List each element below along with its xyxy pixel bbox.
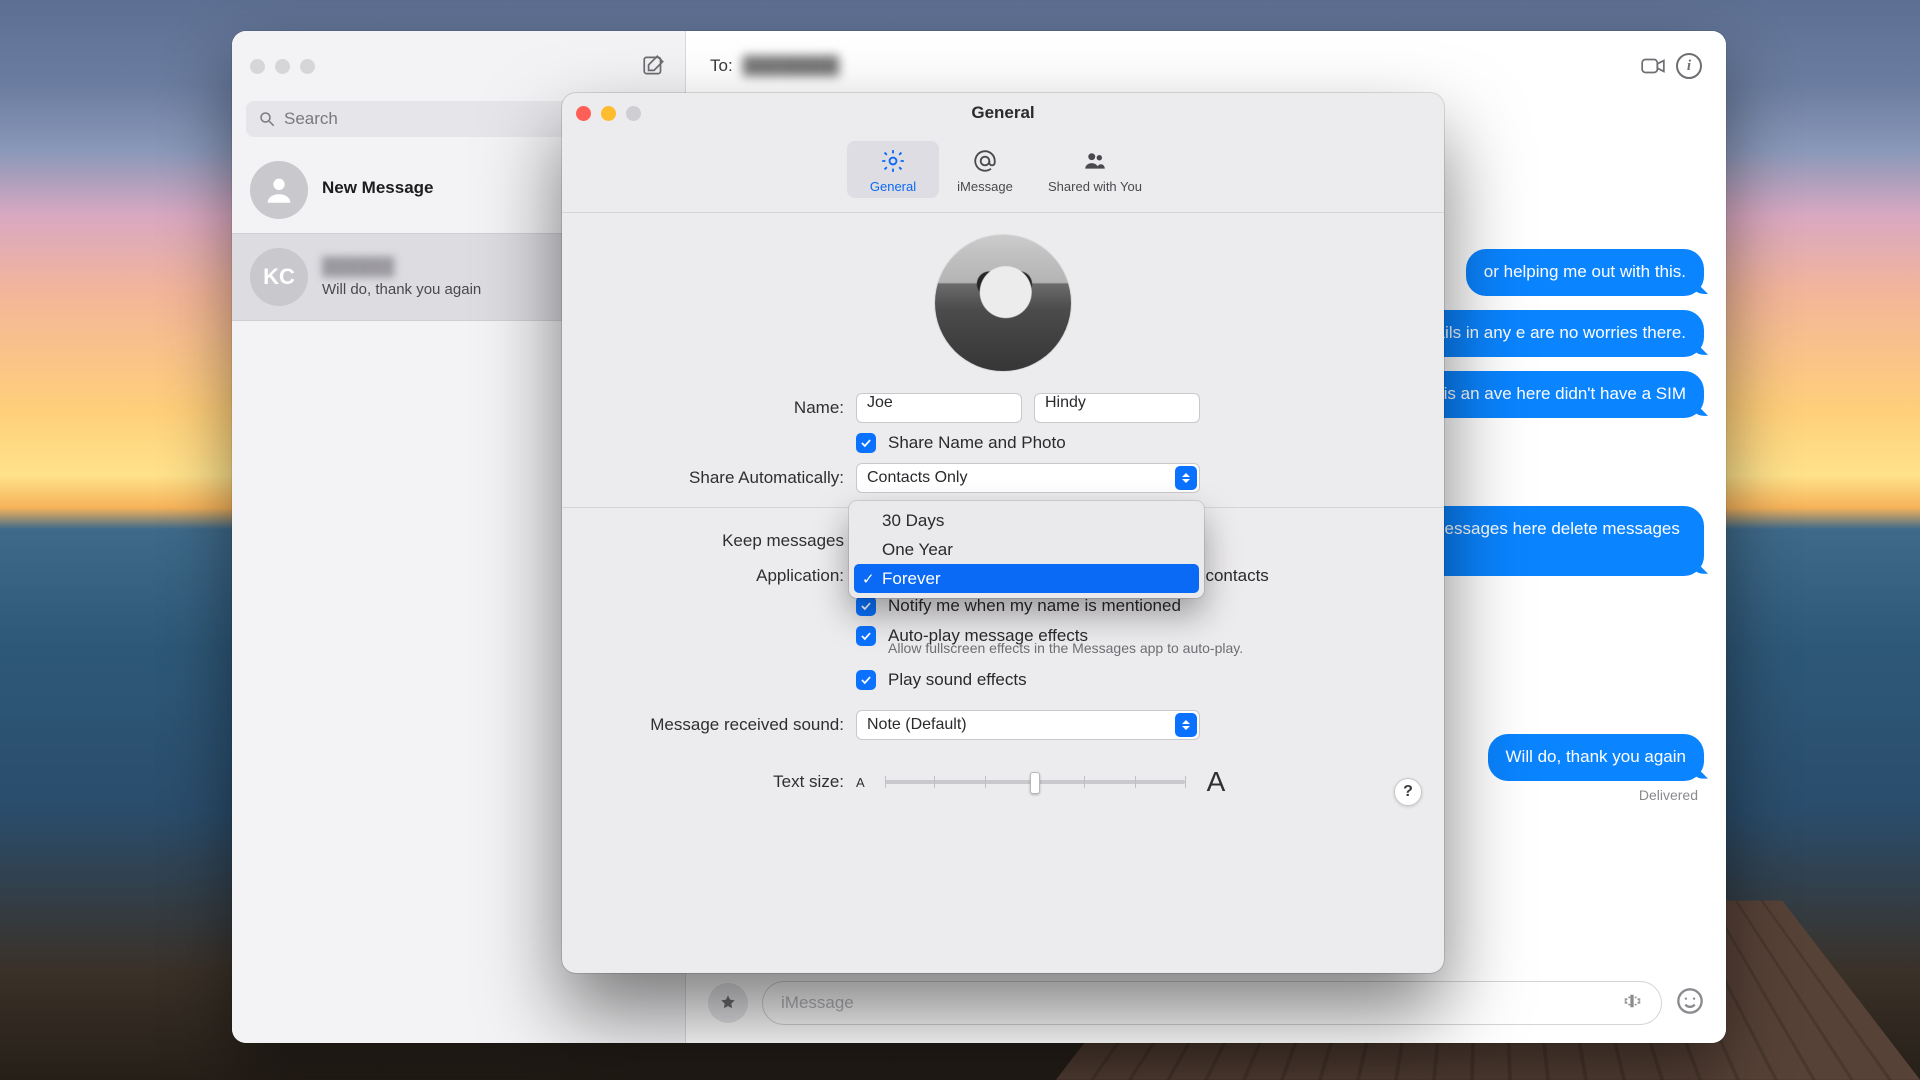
option-label: Forever [882, 569, 941, 589]
text-size-max-icon: A [1207, 766, 1226, 798]
tab-label: General [870, 179, 916, 194]
message-input[interactable]: iMessage [762, 981, 1662, 1025]
message-bubble: Will do, thank you again [1488, 734, 1705, 781]
window-traffic-lights[interactable] [250, 59, 315, 74]
avatar: KC [250, 248, 308, 306]
notify-mention-label: Notify me when my name is mentioned [888, 596, 1181, 616]
sound-effects-checkbox[interactable] [856, 670, 876, 690]
text-size-min-icon: A [856, 775, 865, 790]
received-sound-label: Message received sound: [592, 715, 856, 735]
help-label: ? [1403, 783, 1413, 801]
gear-icon [847, 147, 939, 175]
dropdown-option-forever[interactable]: Forever [854, 564, 1199, 593]
at-icon [939, 147, 1031, 175]
prefs-titlebar: General [562, 93, 1444, 133]
dropdown-option-30days[interactable]: 30 Days [854, 506, 1199, 535]
share-name-photo-label: Share Name and Photo [888, 433, 1066, 453]
notify-mention-checkbox[interactable] [856, 596, 876, 616]
close-dot[interactable] [250, 59, 265, 74]
first-name-value: Joe [867, 394, 893, 411]
help-button[interactable]: ? [1394, 778, 1422, 806]
first-name-field[interactable]: Joe [856, 393, 1022, 423]
emoji-icon[interactable] [1676, 987, 1704, 1020]
message-bubble: or helping me out with this. [1466, 249, 1704, 296]
message-placeholder: iMessage [781, 993, 854, 1013]
keep-messages-dropdown: 30 Days One Year Forever [849, 501, 1204, 598]
zoom-dot[interactable] [626, 106, 641, 121]
recipient-name: ████████ [743, 56, 839, 76]
share-auto-value: Contacts Only [867, 469, 967, 487]
prefs-title: General [562, 103, 1444, 123]
name-label: Name: [592, 398, 856, 418]
prefs-traffic-lights[interactable] [576, 106, 641, 121]
preferences-window: General General iMessage Shared with You… [562, 93, 1444, 973]
avatar-initials: KC [263, 264, 295, 290]
stepper-icon [1175, 466, 1197, 490]
minimize-dot[interactable] [275, 59, 290, 74]
last-name-value: Hindy [1045, 394, 1086, 411]
dropdown-option-oneyear[interactable]: One Year [854, 535, 1199, 564]
compose-icon[interactable] [641, 53, 667, 79]
thread-header: To: ████████ i [686, 31, 1726, 101]
option-label: One Year [882, 540, 953, 560]
to-label: To: [710, 56, 733, 76]
details-icon[interactable]: i [1676, 53, 1702, 79]
share-name-photo-checkbox[interactable] [856, 433, 876, 453]
sound-effects-label: Play sound effects [888, 670, 1027, 690]
received-sound-value: Note (Default) [867, 716, 967, 734]
zoom-dot[interactable] [300, 59, 315, 74]
tab-label: iMessage [957, 179, 1013, 194]
received-sound-select[interactable]: Note (Default) [856, 710, 1200, 740]
facetime-icon[interactable] [1640, 53, 1666, 79]
compose-row: iMessage [686, 971, 1726, 1043]
tab-imessage[interactable]: iMessage [939, 141, 1031, 198]
autoplay-checkbox[interactable] [856, 626, 876, 646]
keep-messages-label: Keep messages [592, 531, 856, 551]
text-size-slider[interactable] [885, 780, 1185, 784]
share-auto-label: Share Automatically: [592, 468, 856, 488]
people-icon [1031, 147, 1159, 175]
avatar [250, 161, 308, 219]
autoplay-hint: Allow fullscreen effects in the Messages… [888, 640, 1243, 656]
window-titlebar [232, 31, 685, 101]
application-label: Application: [592, 566, 856, 586]
tab-general[interactable]: General [847, 141, 939, 198]
minimize-dot[interactable] [601, 106, 616, 121]
tab-shared-with-you[interactable]: Shared with You [1031, 141, 1159, 198]
tab-label: Shared with You [1048, 179, 1142, 194]
text-size-label: Text size: [592, 772, 856, 792]
close-dot[interactable] [576, 106, 591, 121]
dictate-icon[interactable] [1621, 990, 1643, 1017]
slider-knob[interactable] [1030, 772, 1040, 794]
search-icon [258, 110, 276, 128]
apps-icon[interactable] [708, 983, 748, 1023]
search-placeholder: Search [284, 109, 338, 129]
profile-photo[interactable] [935, 235, 1071, 371]
share-auto-select[interactable]: Contacts Only [856, 463, 1200, 493]
prefs-tabs: General iMessage Shared with You [562, 133, 1444, 213]
option-label: 30 Days [882, 511, 944, 531]
last-name-field[interactable]: Hindy [1034, 393, 1200, 423]
delivered-status: Delivered [1639, 787, 1704, 803]
stepper-icon [1175, 713, 1197, 737]
